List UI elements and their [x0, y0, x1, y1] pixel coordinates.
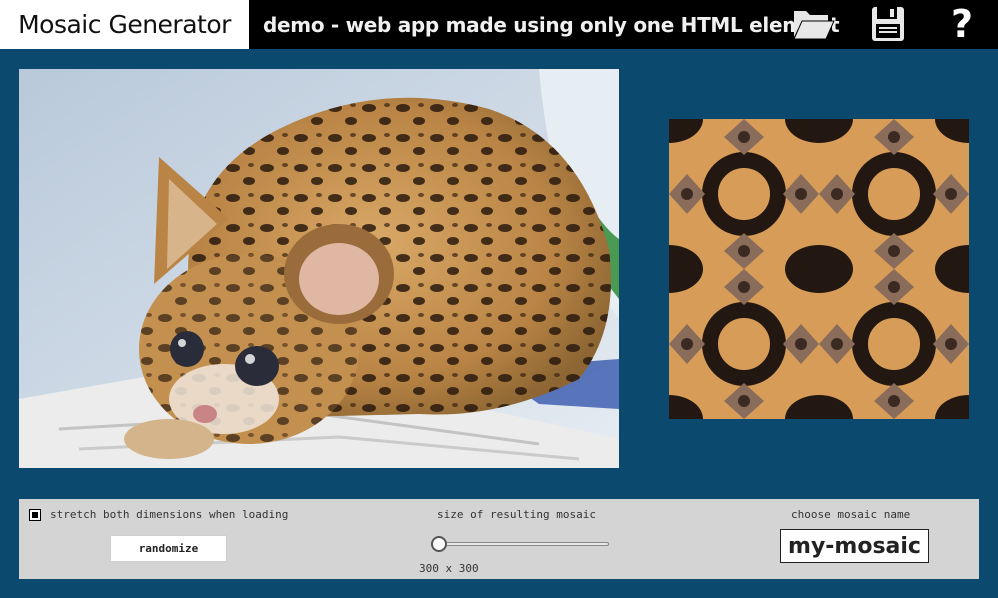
app-subtitle: demo - web app made using only one HTML … — [263, 12, 840, 37]
slider-thumb[interactable] — [431, 536, 447, 552]
name-label: choose mosaic name — [791, 508, 911, 521]
app-title: Mosaic Generator — [0, 0, 249, 49]
size-label: size of resulting mosaic — [437, 508, 596, 521]
mosaic-name-input[interactable] — [780, 529, 929, 563]
controls-panel: stretch both dimensions when loading ran… — [19, 499, 979, 579]
stretch-label: stretch both dimensions when loading — [50, 508, 289, 521]
stretch-checkbox[interactable] — [29, 509, 41, 521]
slider-track — [439, 542, 609, 546]
help-question-icon[interactable]: ? — [940, 2, 984, 46]
open-folder-icon[interactable] — [790, 4, 838, 44]
size-slider[interactable] — [431, 536, 611, 552]
checkbox-checked-icon — [32, 512, 38, 518]
source-image — [19, 69, 619, 468]
top-bar: Mosaic Generator demo - web app made usi… — [0, 0, 998, 49]
randomize-button[interactable]: randomize — [110, 535, 227, 562]
mosaic-preview — [669, 119, 969, 419]
size-readout: 300 x 300 — [419, 562, 479, 575]
save-floppy-icon[interactable] — [866, 4, 910, 44]
